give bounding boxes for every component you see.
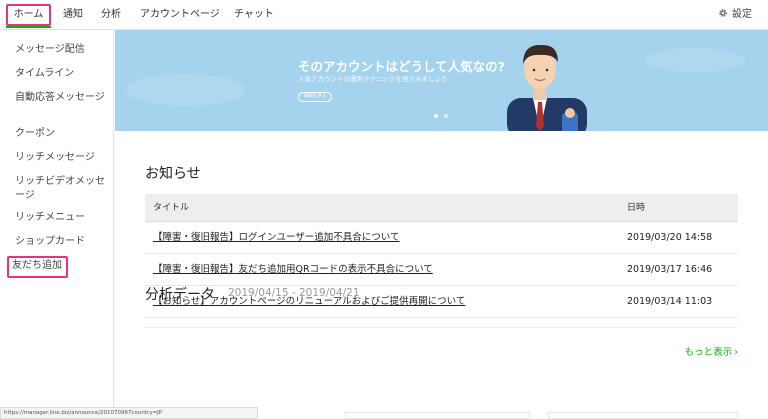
sidebar: メッセージ配信 タイムライン 自動応答メッセージ クーポン リッチメッセージ リ… <box>0 30 114 419</box>
carousel-dot-active[interactable] <box>434 114 438 118</box>
main-content: そのアカウントはどうして人気なの? 人気アカウントの運用テクニックを見てみましょ… <box>115 30 768 419</box>
announcement-link[interactable]: 【障害・復旧報告】ログインユーザー追加不具合について <box>153 222 400 254</box>
analytics-title: 分析データ <box>145 287 215 303</box>
sidebar-item-shop-card[interactable]: ショップカード <box>15 235 110 249</box>
announcement-date: 2019/03/20 14:58 <box>627 232 713 243</box>
banner-details-button[interactable]: 詳細を見る <box>298 92 332 102</box>
sidebar-item-message-delivery[interactable]: メッセージ配信 <box>15 43 110 57</box>
tab-account-page[interactable]: アカウントページ <box>140 0 220 30</box>
announcements-title: お知らせ <box>145 166 201 182</box>
sidebar-item-rich-video-message[interactable]: リッチビデオメッセージ <box>15 175 105 203</box>
top-navigation: ホーム 通知 分析 アカウントページ チャット 設定 <box>0 0 768 30</box>
analytics-date-range: 2019/04/15 - 2019/04/21 <box>228 287 360 299</box>
announcements-card: お知らせ タイトル 日時 【障害・復旧報告】ログインユーザー追加不具合について … <box>115 131 768 419</box>
sidebar-item-add-friends[interactable]: 友だち追加 <box>12 259 107 273</box>
analytics-card <box>548 412 738 419</box>
tab-notifications[interactable]: 通知 <box>63 0 83 30</box>
announcement-date: 2019/03/14 11:03 <box>627 296 713 307</box>
column-header-title: タイトル <box>153 203 190 213</box>
table-header: タイトル 日時 <box>145 194 738 222</box>
tab-home[interactable]: ホーム <box>6 4 51 26</box>
chevron-right-icon: › <box>734 347 738 358</box>
announcement-date: 2019/03/17 16:46 <box>627 264 713 275</box>
tab-analytics[interactable]: 分析 <box>101 0 121 30</box>
table-row[interactable]: 【障害・復旧報告】友だち追加用QRコードの表示不具合について 2019/03/1… <box>145 254 738 286</box>
sidebar-item-rich-message[interactable]: リッチメッセージ <box>15 151 110 165</box>
carousel-dot[interactable] <box>444 114 448 118</box>
banner-subtitle: 人気アカウントの運用テクニックを見てみましょう <box>298 75 448 83</box>
sidebar-item-rich-menu[interactable]: リッチメニュー <box>15 211 110 225</box>
announcement-link[interactable]: 【障害・復旧報告】友だち追加用QRコードの表示不具合について <box>153 254 433 286</box>
settings-button[interactable]: 設定 <box>718 0 752 30</box>
analytics-card <box>345 412 530 419</box>
promo-banner[interactable]: そのアカウントはどうして人気なの? 人気アカウントの運用テクニックを見てみましょ… <box>115 30 768 131</box>
announcements-table: タイトル 日時 【障害・復旧報告】ログインユーザー追加不具合について 2019/… <box>145 194 738 318</box>
sidebar-item-auto-reply[interactable]: 自動応答メッセージ <box>15 91 107 105</box>
show-more-label: もっと表示 <box>684 347 733 358</box>
sidebar-item-timeline[interactable]: タイムライン <box>15 67 110 81</box>
settings-label: 設定 <box>732 9 752 20</box>
section-divider <box>145 327 738 328</box>
active-tab-indicator <box>6 26 51 28</box>
gear-icon <box>719 9 727 17</box>
sidebar-item-coupon[interactable]: クーポン <box>15 127 110 141</box>
show-more-link[interactable]: もっと表示 › <box>685 344 738 358</box>
tab-chat[interactable]: チャット <box>234 0 274 30</box>
browser-status-url: https://manager.line.biz/announce/201070… <box>0 407 258 419</box>
column-header-date: 日時 <box>627 203 646 213</box>
table-row[interactable]: 【障害・復旧報告】ログインユーザー追加不具合について 2019/03/20 14… <box>145 222 738 254</box>
